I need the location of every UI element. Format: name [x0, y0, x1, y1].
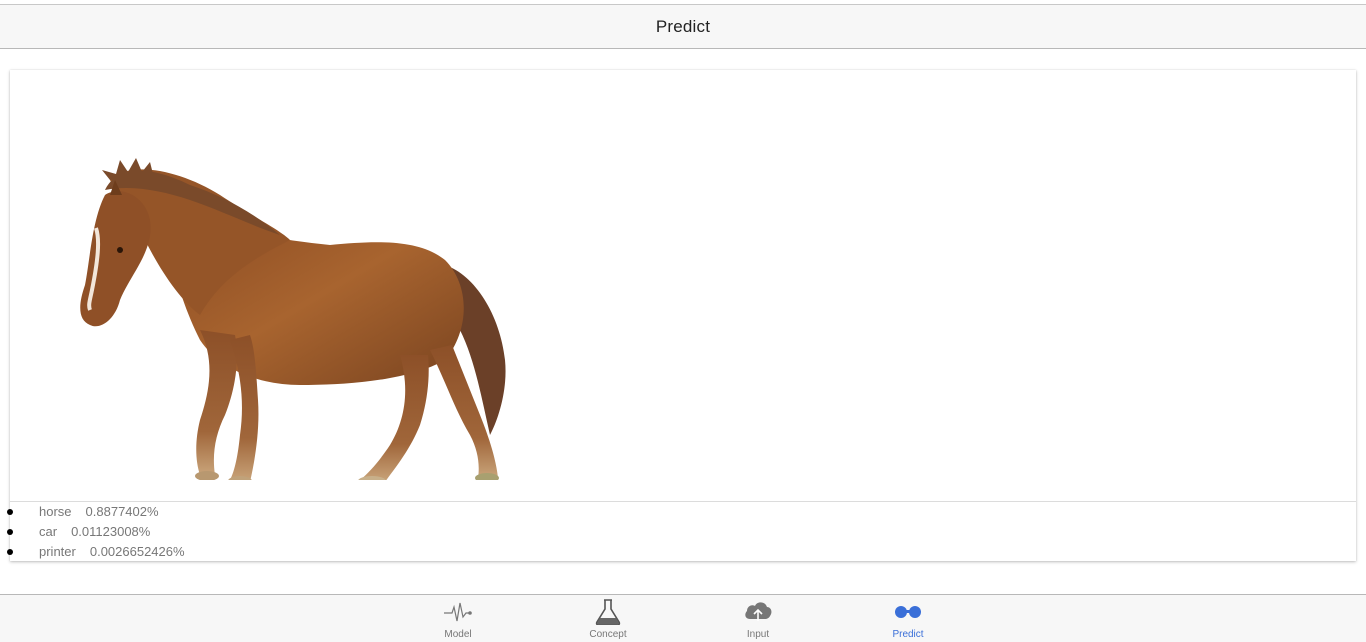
bottom-tab-bar: Model Concept Input Predict — [0, 594, 1366, 642]
list-item: printer 0.0026652426% — [7, 542, 1356, 562]
input-image-area — [10, 70, 1356, 502]
list-item: horse 0.8877402% — [7, 502, 1356, 522]
bullet-icon — [7, 529, 13, 535]
prediction-label: horse — [39, 504, 72, 519]
tab-input[interactable]: Input — [698, 595, 818, 642]
prediction-score: 0.0026652426% — [89, 544, 185, 559]
heartbeat-icon — [444, 602, 472, 622]
prediction-score: 0.01123008% — [71, 524, 151, 539]
binoculars-icon — [895, 606, 921, 618]
prediction-list: horse 0.8877402% car 0.01123008% printer 0.… — [7, 502, 1356, 562]
tab-label: Input — [746, 629, 770, 640]
bullet-icon — [7, 549, 13, 555]
page-title: Predict — [655, 16, 711, 36]
tab-concept[interactable]: Concept — [548, 595, 668, 642]
tab-label: Model — [444, 629, 472, 640]
prediction-label: car — [39, 524, 58, 539]
list-item: car 0.01123008% — [7, 522, 1356, 542]
prediction-card: horse 0.8877402% car 0.01123008% printer 0.… — [7, 70, 1356, 562]
bullet-icon — [7, 509, 13, 515]
tab-label: Predict — [892, 629, 924, 640]
tab-predict[interactable]: Predict — [848, 595, 968, 642]
prediction-score: 0.8877402% — [85, 504, 159, 519]
horse-image — [80, 158, 506, 480]
tab-model[interactable]: Model — [398, 595, 518, 642]
flask-icon — [595, 599, 621, 625]
prediction-label: printer — [39, 544, 76, 559]
app-header: Predict — [0, 5, 1366, 49]
tab-label: Concept — [589, 629, 627, 640]
cloud-upload-icon — [745, 602, 772, 621]
